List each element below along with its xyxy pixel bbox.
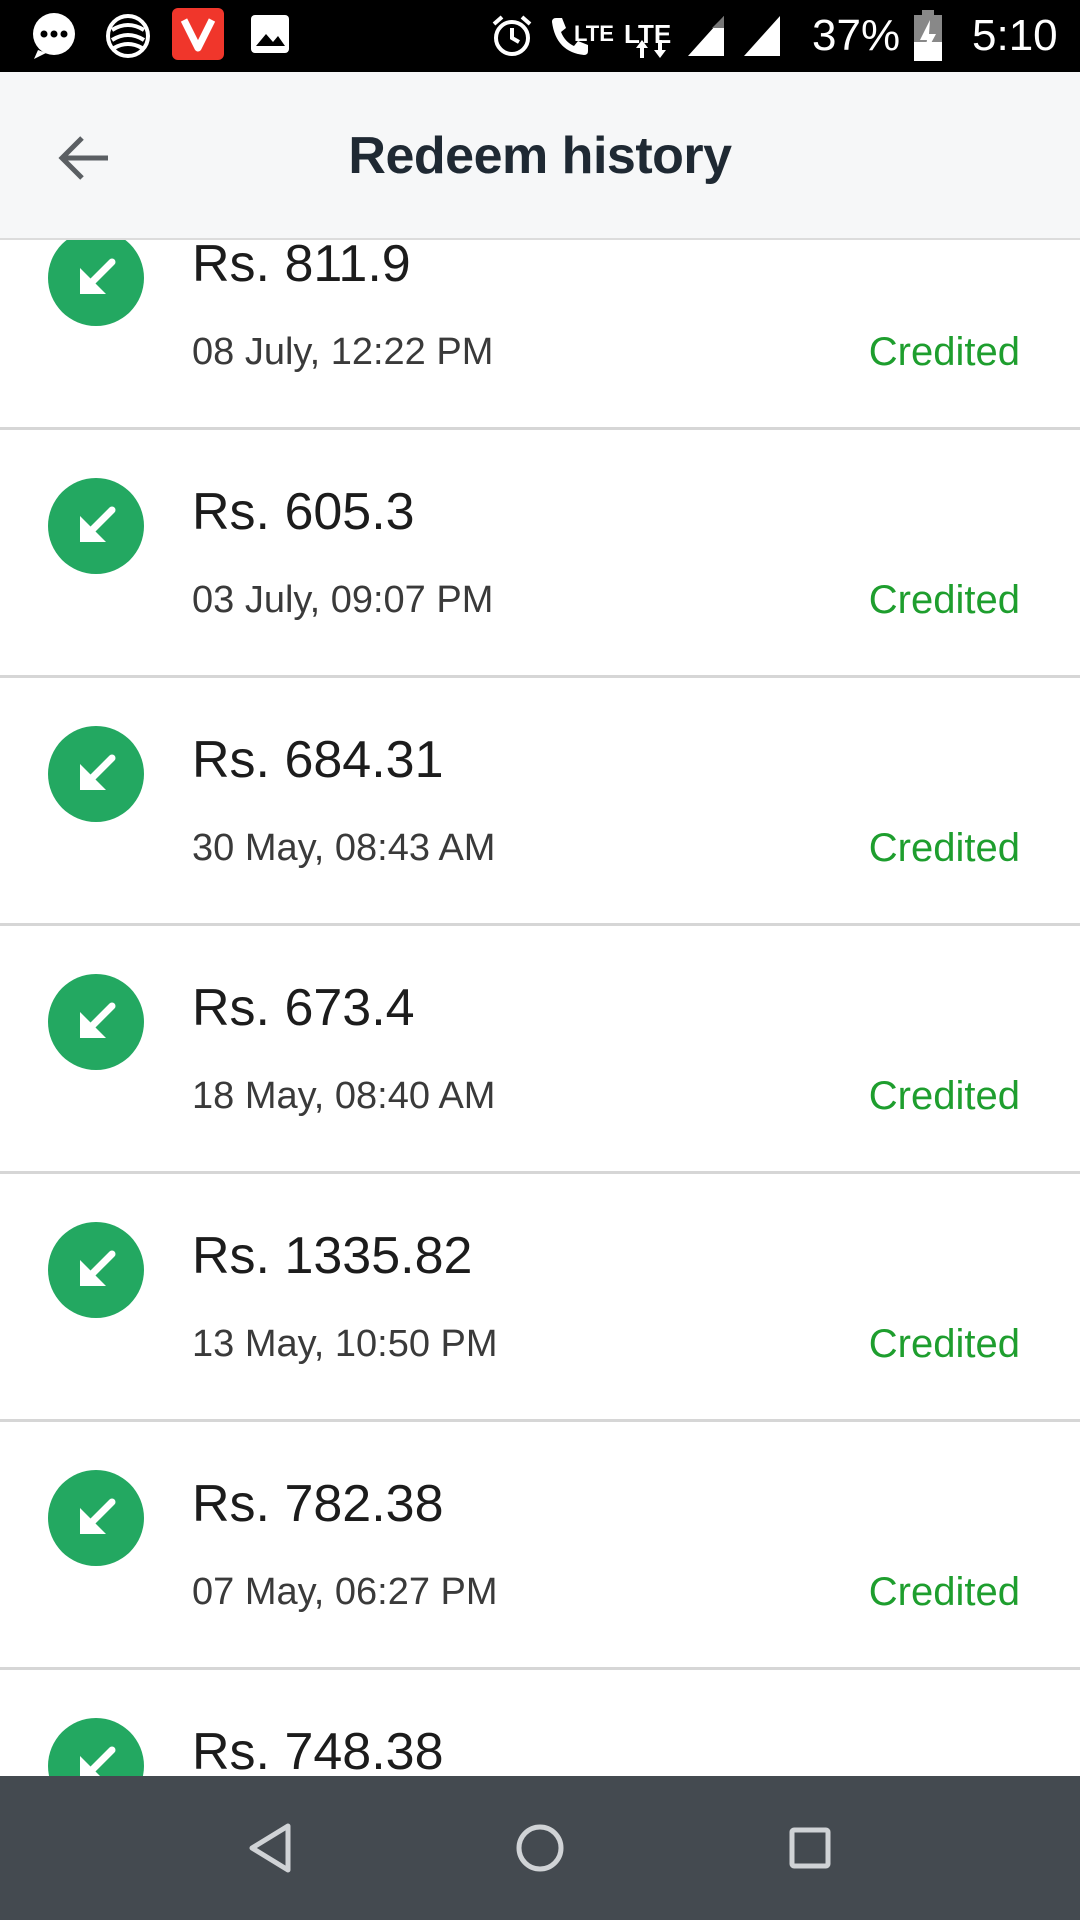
transaction-date: 07 May, 06:27 PM xyxy=(192,1571,498,1613)
transaction-row[interactable]: Rs. 811.9 08 July, 12:22 PM Credited xyxy=(0,240,1080,430)
nav-back-button[interactable] xyxy=(234,1812,306,1884)
lte-data-icon xyxy=(632,38,672,65)
transaction-row[interactable]: Rs. 684.31 30 May, 08:43 AM Credited xyxy=(0,678,1080,926)
lte-label: LTE xyxy=(574,21,614,46)
gallery-icon xyxy=(250,14,290,59)
transaction-row[interactable]: Rs. 782.38 07 May, 06:27 PM Credited xyxy=(0,1422,1080,1670)
recents-square-icon xyxy=(789,1827,831,1869)
vivo-app-icon xyxy=(172,8,224,65)
arrow-down-left-icon xyxy=(48,478,144,574)
transaction-status: Credited xyxy=(868,1322,1020,1366)
transaction-status: Credited xyxy=(868,578,1020,622)
transaction-date: 03 July, 09:07 PM xyxy=(192,579,494,621)
arrow-down-left-icon xyxy=(48,1222,144,1318)
nav-recents-button[interactable] xyxy=(774,1812,846,1884)
transaction-status: Credited xyxy=(868,826,1020,870)
app-bar: Redeem history xyxy=(0,72,1080,240)
transaction-date: 08 July, 12:22 PM xyxy=(192,331,494,373)
signal-icon xyxy=(686,14,726,63)
transaction-date: 30 May, 08:43 AM xyxy=(192,827,496,869)
transaction-row[interactable]: Rs. 1335.82 13 May, 10:50 PM Credited xyxy=(0,1174,1080,1422)
message-icon xyxy=(28,12,80,65)
transaction-amount: Rs. 673.4 xyxy=(192,979,415,1037)
app-icon xyxy=(104,12,152,65)
transaction-amount: Rs. 811.9 xyxy=(192,240,411,293)
transaction-row[interactable]: Rs. 605.3 03 July, 09:07 PM Credited xyxy=(0,430,1080,678)
transaction-amount: Rs. 684.31 xyxy=(192,731,444,789)
arrow-down-left-icon xyxy=(48,1718,144,1776)
transaction-amount: Rs. 1335.82 xyxy=(192,1227,473,1285)
transaction-row[interactable]: Rs. 748.38 xyxy=(0,1670,1080,1776)
signal-icon-2 xyxy=(742,14,782,63)
transaction-status: Credited xyxy=(868,1074,1020,1118)
transaction-amount: Rs. 782.38 xyxy=(192,1475,444,1533)
arrow-down-left-icon xyxy=(48,726,144,822)
home-circle-icon xyxy=(516,1824,564,1872)
battery-percent: 37% xyxy=(812,11,901,60)
alarm-icon xyxy=(490,14,534,63)
transaction-status: Credited xyxy=(868,1570,1020,1614)
transaction-amount: Rs. 605.3 xyxy=(192,483,415,541)
battery-charging-icon xyxy=(912,10,944,67)
clock: 5:10 xyxy=(972,11,1058,60)
arrow-down-left-icon xyxy=(48,1470,144,1566)
transaction-list[interactable]: Rs. 811.9 08 July, 12:22 PM Credited Rs.… xyxy=(0,240,1080,1776)
arrow-down-left-icon xyxy=(48,240,144,326)
transaction-status: Credited xyxy=(868,330,1020,374)
status-bar: LTE LTE 37% 5:10 xyxy=(0,0,1080,72)
arrow-down-left-icon xyxy=(48,974,144,1070)
screen: LTE LTE 37% 5:10 Redeem history Rs. 811.… xyxy=(0,0,1080,1920)
page-title: Redeem history xyxy=(348,127,732,185)
navigation-bar xyxy=(0,1776,1080,1920)
transaction-date: 13 May, 10:50 PM xyxy=(192,1323,498,1365)
transaction-date: 18 May, 08:40 AM xyxy=(192,1075,496,1117)
transaction-amount: Rs. 748.38 xyxy=(192,1723,444,1776)
nav-home-button[interactable] xyxy=(504,1812,576,1884)
transaction-row[interactable]: Rs. 673.4 18 May, 08:40 AM Credited xyxy=(0,926,1080,1174)
back-triangle-icon xyxy=(249,1823,291,1873)
